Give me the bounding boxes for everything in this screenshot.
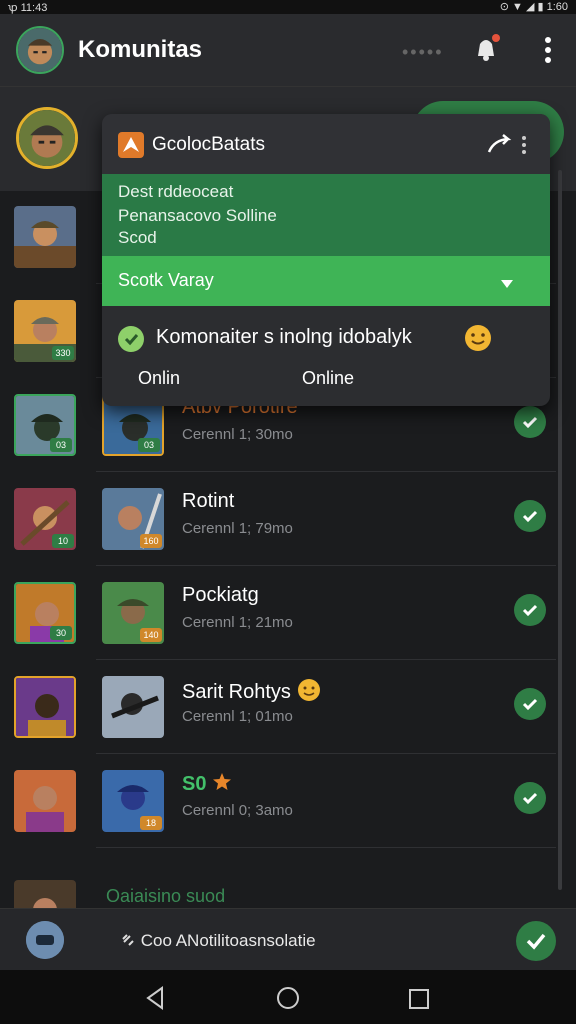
divider <box>96 847 556 848</box>
chat-icon[interactable] <box>26 921 64 959</box>
check-icon[interactable] <box>514 782 546 814</box>
page-title: Komunitas <box>78 36 203 63</box>
character-thumbnail: 18 <box>102 770 164 832</box>
loading-dots-icon: ••••• <box>402 42 444 62</box>
character-thumbnail: 140 <box>102 582 164 644</box>
member-subtitle: Cerennl 1; 01mo <box>182 708 293 725</box>
chevron-down-icon <box>500 276 514 288</box>
message-text: Komonaiter s inolng idobalyk <box>156 326 412 348</box>
member-avatar <box>14 676 76 738</box>
check-icon[interactable] <box>514 500 546 532</box>
member-avatar: 03 <box>14 394 76 456</box>
popup-description: Dest rddeoceat Penansacovo Solline Scod <box>102 174 550 256</box>
list-item-partial[interactable]: Oaiaisino suod <box>0 872 576 908</box>
description-line: Scod <box>118 228 157 247</box>
status-bar: ꝕ 11:43 ⊙ ▼ ◢ ▮ 1:60 <box>0 0 576 14</box>
confirm-button[interactable] <box>516 921 556 961</box>
profile-avatar[interactable] <box>16 26 64 74</box>
check-icon[interactable] <box>514 688 546 720</box>
member-avatar <box>14 880 76 908</box>
character-thumbnail <box>102 676 164 738</box>
check-icon[interactable] <box>514 594 546 626</box>
more-options-icon[interactable] <box>538 32 558 68</box>
member-avatar <box>14 770 76 832</box>
partial-item-text: Oaiaisino suod <box>106 886 226 906</box>
status-badge: 03 <box>50 438 72 452</box>
member-subtitle: Cerennl 1; 30mo <box>182 426 293 443</box>
member-subtitle: Cerennl 1; 79mo <box>182 520 293 537</box>
check-circle-icon <box>118 326 144 352</box>
back-icon[interactable] <box>144 986 166 1010</box>
popup-more-icon[interactable] <box>520 134 528 156</box>
description-line: Penansacovo Solline <box>118 206 277 225</box>
system-nav-bar <box>0 970 576 1024</box>
level-badge: 18 <box>140 816 162 830</box>
member-subtitle: Cerennl 1; 21mo <box>182 614 293 631</box>
member-name: S0 <box>182 772 232 796</box>
dropdown-value: Scotk Varay <box>118 270 214 290</box>
member-name: Rotint <box>182 490 235 512</box>
character-thumbnail: 160 <box>102 488 164 550</box>
status-online-label: Onlin <box>138 368 181 388</box>
community-popup: GcolocBatats Dest rddeoceat Penansacovo … <box>102 114 550 406</box>
member-avatar: 10 <box>14 488 76 550</box>
star-icon <box>213 773 232 790</box>
scrollbar[interactable] <box>558 170 562 890</box>
status-icons: ⊙ ▼ ◢ ▮ 1:60 <box>499 1 568 13</box>
smile-emoji-icon <box>297 679 320 701</box>
list-item[interactable]: 18 S0 Cerennl 0; 3amo <box>0 754 556 848</box>
check-icon[interactable] <box>514 406 546 438</box>
description-line: Dest rddeoceat <box>118 182 234 201</box>
recent-apps-icon[interactable] <box>408 988 430 1010</box>
status-badge: 30 <box>50 626 72 640</box>
level-badge: 140 <box>140 628 162 642</box>
status-online-label: Online <box>302 368 355 388</box>
level-badge: 160 <box>140 534 162 548</box>
home-icon[interactable] <box>276 986 300 1010</box>
list-item[interactable]: Sarit Rohtys Cerennl 1; 01mo <box>0 660 556 754</box>
member-name: Sarit Rohtys <box>182 678 321 704</box>
member-name: Pockiatg <box>182 584 259 606</box>
popup-header: GcolocBatats <box>102 114 550 174</box>
bottom-bar: Coo ANotilitoasnsolatie <box>0 908 576 971</box>
app-bar: Komunitas ••••• <box>0 14 576 86</box>
popup-dropdown[interactable]: Scotk Varay <box>102 256 550 306</box>
link-icon <box>122 934 134 946</box>
member-avatar <box>14 206 76 268</box>
list-item[interactable]: 30 140 Pockiatg Cerennl 1; 21mo <box>0 566 556 660</box>
community-avatar[interactable] <box>16 107 78 169</box>
member-avatar: 30 <box>14 582 76 644</box>
status-badge: 330 <box>52 346 74 360</box>
smile-emoji-icon <box>464 324 492 352</box>
status-time: ꝕ 11:43 <box>8 2 48 14</box>
member-subtitle: Cerennl 0; 3amo <box>182 802 293 819</box>
popup-title: GcolocBatats <box>152 134 265 155</box>
notification-bell-icon[interactable] <box>470 32 502 64</box>
level-badge: 03 <box>138 438 160 452</box>
bottom-bar-text: Coo ANotilitoasnsolatie <box>120 931 316 951</box>
member-avatar: 330 <box>14 300 76 362</box>
status-badge: 10 <box>52 534 74 548</box>
list-item[interactable]: 10 160 Rotint Cerennl 1; 79mo <box>0 472 556 566</box>
game-logo-icon <box>118 132 144 158</box>
share-icon[interactable] <box>486 132 512 158</box>
